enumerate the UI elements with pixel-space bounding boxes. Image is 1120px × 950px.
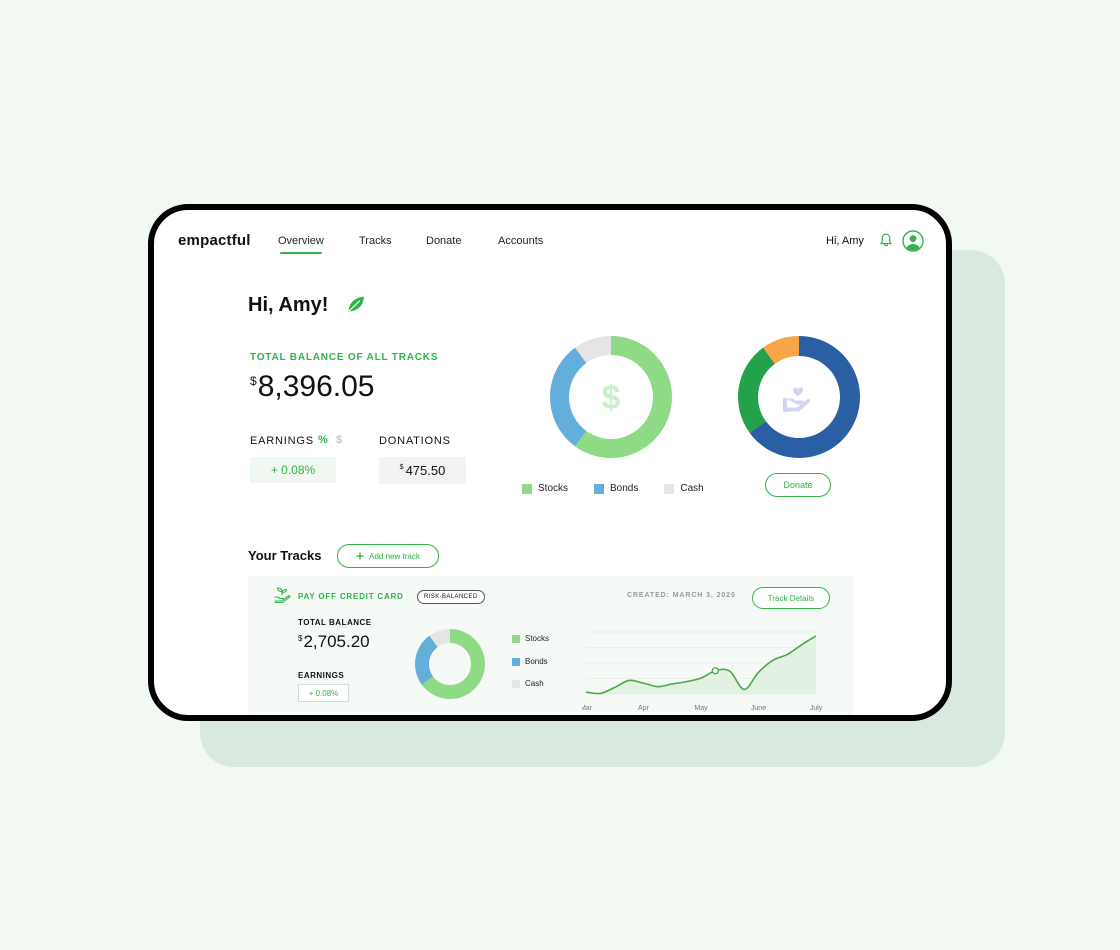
donation-slice-1 xyxy=(738,347,775,433)
donation-donut-chart xyxy=(738,336,860,458)
track-details-button[interactable]: Track Details xyxy=(752,587,830,609)
earnings-label: EARNINGS xyxy=(250,435,314,447)
donate-button[interactable]: Donate xyxy=(765,473,831,497)
track-legend-cash: Cash xyxy=(512,679,544,688)
track-total-balance-amount: 2,705.20 xyxy=(303,632,370,651)
nav-tracks[interactable]: Tracks xyxy=(359,235,392,247)
app-screen: empactful Overview Tracks Donate Account… xyxy=(154,210,946,715)
legend-swatch-stocks xyxy=(522,483,532,494)
add-track-button[interactable]: Add new track xyxy=(337,544,439,568)
line-highlight-point[interactable] xyxy=(711,667,720,675)
track-legend-swatch-stocks xyxy=(512,634,520,643)
svg-text:$: $ xyxy=(602,379,621,417)
track-legend-stocks-label: Stocks xyxy=(525,634,550,643)
track-name[interactable]: PAY OFF CREDIT CARD xyxy=(298,592,404,601)
device-frame: empactful Overview Tracks Donate Account… xyxy=(148,204,952,721)
donations-amount: 475.50 xyxy=(405,463,446,478)
allocation-donut-chart: $ xyxy=(550,336,672,458)
legend-swatch-bonds xyxy=(594,483,605,494)
heart-hand-icon xyxy=(783,387,811,412)
track-card: PAY OFF CREDIT CARD RISK-BALANCED CREATE… xyxy=(248,576,854,715)
track-slice-1 xyxy=(415,635,438,685)
earnings-value: + 0.08% xyxy=(250,457,336,483)
nav-active-indicator xyxy=(280,252,322,254)
donations-label: DONATIONS xyxy=(379,435,451,447)
page-greeting: Hi, Amy! xyxy=(248,294,329,316)
track-legend-stocks: Stocks xyxy=(512,634,549,643)
nav-user-greeting: Hi, Amy xyxy=(826,235,864,247)
plus-icon xyxy=(356,552,364,560)
x-tick-label: June xyxy=(751,705,766,712)
donations-currency-symbol: $ xyxy=(399,464,404,471)
total-balance-label: TOTAL BALANCE OF ALL TRACKS xyxy=(250,352,439,363)
legend-swatch-cash xyxy=(664,483,675,494)
x-tick-label: Apr xyxy=(638,705,650,712)
earnings-dollar-toggle[interactable]: $ xyxy=(336,434,342,446)
total-balance-amount: 8,396.05 xyxy=(257,370,375,403)
x-tick-label: Mar xyxy=(582,705,593,712)
legend-bonds: Bonds xyxy=(610,483,639,494)
allocation-slice-1 xyxy=(550,347,587,447)
nav-overview[interactable]: Overview xyxy=(278,235,324,254)
currency-symbol: $ xyxy=(250,374,257,388)
track-total-balance-label: TOTAL BALANCE xyxy=(298,618,372,627)
x-tick-label: July xyxy=(810,705,822,712)
x-tick-label: May xyxy=(694,705,708,712)
track-legend-swatch-bonds xyxy=(512,657,520,666)
track-legend-cash-label: Cash xyxy=(525,679,544,688)
plant-hand-icon xyxy=(274,587,291,604)
track-created-date: CREATED: MARCH 3, 2020 xyxy=(627,592,736,599)
leaf-icon xyxy=(348,296,364,312)
nav-accounts[interactable]: Accounts xyxy=(498,235,543,247)
dollar-icon: $ xyxy=(602,379,621,417)
total-balance-value: $8,396.05 xyxy=(250,370,374,404)
legend-cash: Cash xyxy=(680,483,704,494)
track-legend-swatch-cash xyxy=(512,679,520,688)
earnings-percent-toggle[interactable]: % xyxy=(318,434,328,446)
app-logo[interactable]: empactful xyxy=(178,232,251,249)
track-performance-line-chart: Mar Apr May June July xyxy=(582,631,822,712)
tracks-section-title: Your Tracks xyxy=(248,548,322,563)
donations-value: $475.50 xyxy=(379,457,466,484)
line-area-fill xyxy=(586,635,816,694)
track-earnings-value: + 0.08% xyxy=(298,684,349,702)
user-avatar-icon[interactable] xyxy=(902,230,924,252)
track-currency-symbol: $ xyxy=(298,634,303,643)
track-legend-bonds: Bonds xyxy=(512,657,548,666)
track-allocation-donut-chart xyxy=(415,629,485,699)
track-total-balance-value: $2,705.20 xyxy=(298,632,370,652)
risk-badge: RISK-BALANCED xyxy=(417,590,485,604)
allocation-legend: Stocks Bonds Cash xyxy=(522,483,704,494)
nav-overview-label: Overview xyxy=(278,235,324,247)
track-legend-bonds-label: Bonds xyxy=(525,657,548,666)
add-track-label: Add new track xyxy=(369,551,420,561)
legend-stocks: Stocks xyxy=(538,483,569,494)
nav-donate[interactable]: Donate xyxy=(426,235,461,247)
bell-icon[interactable] xyxy=(878,232,894,248)
track-earnings-label: EARNINGS xyxy=(298,671,345,680)
